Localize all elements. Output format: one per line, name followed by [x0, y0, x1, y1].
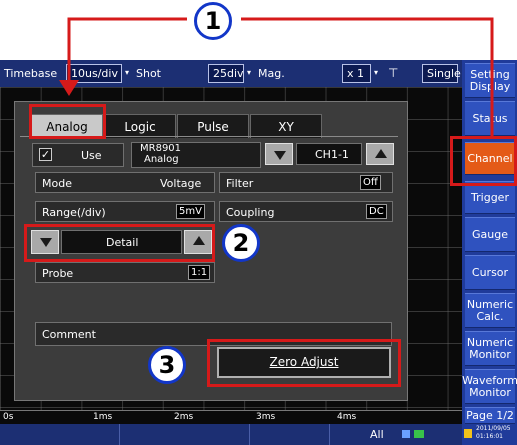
callout-3: 3 — [148, 346, 186, 384]
trigger-mode-icon: ⊤ — [388, 66, 399, 80]
mode-value: Voltage — [160, 177, 202, 190]
power-icon — [464, 429, 472, 438]
all-label: All — [370, 428, 384, 441]
setting-display-button[interactable]: Setting Display — [465, 63, 515, 98]
cursor-button[interactable]: Cursor — [465, 255, 515, 290]
filter-field[interactable]: Filter Off — [219, 172, 393, 193]
status-bar: All — [0, 424, 462, 445]
callout-1: 1 — [194, 2, 232, 40]
channel-value: CH1-1 — [315, 148, 349, 161]
mag-label: Mag. — [258, 67, 285, 80]
timestamp: 2011/09/05 01:16:01 — [476, 425, 511, 440]
timebase-label: Timebase — [4, 67, 58, 80]
mag-select[interactable]: x 1 — [342, 64, 371, 83]
status-button[interactable]: Status — [465, 101, 515, 136]
mode-select[interactable]: Single — [422, 64, 461, 83]
use-label: Use — [81, 149, 102, 162]
numeric-monitor-button[interactable]: Numeric Monitor — [465, 331, 515, 366]
range-label: Range(/div) — [42, 206, 106, 219]
module-type: Analog — [144, 154, 179, 165]
x-tick: 3ms — [256, 412, 276, 422]
chevron-down-icon: ▾ — [125, 68, 130, 77]
chevron-down-icon: ▾ — [374, 68, 379, 77]
highlight-detail-row — [24, 224, 215, 262]
timebase-select[interactable]: 10us/div — [66, 64, 122, 83]
storage-icon — [402, 430, 410, 438]
tab-pulse[interactable]: Pulse — [177, 114, 249, 138]
shot-label: Shot — [136, 67, 161, 80]
waveform-monitor-button[interactable]: Waveform Monitor — [462, 369, 517, 404]
probe-value: 1:1 — [188, 265, 211, 280]
range-value: 5mV — [176, 204, 205, 219]
x-tick: 1ms — [93, 412, 113, 422]
coupling-label: Coupling — [226, 206, 275, 219]
tab-logic[interactable]: Logic — [104, 114, 176, 138]
module-info: MR8901 Analog — [131, 142, 261, 168]
gauge-button[interactable]: Gauge — [465, 217, 515, 252]
clock-area: 2011/09/05 01:16:01 — [462, 424, 517, 445]
tab-xy[interactable]: XY — [250, 114, 322, 138]
coupling-value: DC — [366, 204, 387, 219]
x-tick: 4ms — [337, 412, 357, 422]
page-button[interactable]: Page 1/2 — [465, 407, 515, 424]
callout-2: 2 — [222, 224, 260, 262]
channel-next-button[interactable] — [366, 143, 394, 165]
filter-value: Off — [360, 175, 381, 190]
use-toggle[interactable]: ✓ Use — [32, 143, 124, 167]
probe-label: Probe — [42, 267, 74, 280]
x-tick: 2ms — [174, 412, 194, 422]
module-name: MR8901 — [140, 143, 182, 154]
top-toolbar: Timebase 10us/div ▾ Shot 25div ▾ Mag. x … — [0, 60, 462, 87]
mode-field[interactable]: Mode Voltage — [35, 172, 215, 193]
side-menu: Setting Display Status Channel Trigger G… — [462, 60, 517, 445]
comment-label: Comment — [42, 328, 96, 341]
range-field[interactable]: Range(/div) 5mV — [35, 201, 215, 222]
coupling-field[interactable]: Coupling DC — [219, 201, 393, 222]
checkbox-check-icon: ✓ — [39, 148, 52, 161]
triangle-up-icon — [375, 149, 387, 158]
channel-select[interactable]: CH1-1 — [296, 143, 362, 165]
channel-prev-button[interactable] — [265, 143, 293, 165]
numeric-calc-button[interactable]: Numeric Calc. — [465, 293, 515, 328]
mode-label: Mode — [42, 177, 72, 190]
chevron-down-icon: ▾ — [247, 68, 252, 77]
filter-label: Filter — [226, 177, 254, 190]
highlight-zero-adjust — [207, 339, 401, 387]
highlight-channel-button — [450, 136, 517, 186]
x-axis: 0s 1ms 2ms 3ms 4ms — [0, 410, 462, 424]
x-tick: 0s — [3, 412, 14, 422]
highlight-analog-tab — [29, 104, 106, 139]
triangle-down-icon — [274, 151, 286, 160]
shot-select[interactable]: 25div — [208, 64, 244, 83]
probe-field[interactable]: Probe 1:1 — [35, 262, 215, 283]
battery-icon — [414, 430, 424, 438]
